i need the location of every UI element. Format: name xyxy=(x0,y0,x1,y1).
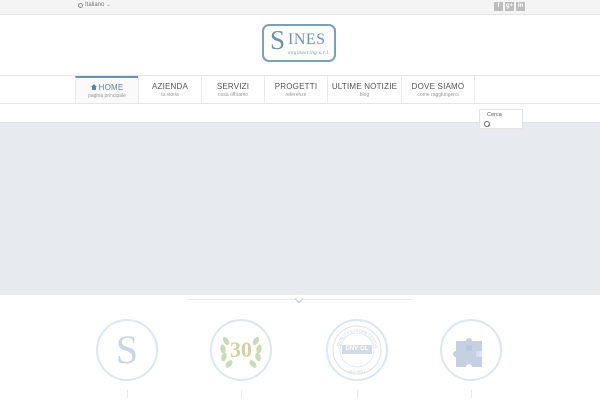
nav-item-label: AZIENDA xyxy=(151,82,189,91)
language-label: Italiano xyxy=(85,2,105,8)
logo-wordmark: INES xyxy=(288,31,326,48)
google-plus-icon[interactable]: g+ xyxy=(505,2,514,11)
search-input[interactable]: Cerca xyxy=(487,112,502,118)
search-box[interactable]: Cerca xyxy=(479,109,523,129)
feature-connector xyxy=(357,390,358,398)
nav-item-home[interactable]: HOME pagina principale xyxy=(75,76,138,103)
chevron-down-icon[interactable] xyxy=(294,294,304,304)
chevron-down-icon: ⌄ xyxy=(106,2,111,8)
nav-item-sublabel: blog xyxy=(359,92,370,98)
nav-menu: HOME pagina principale AZIENDA la storia… xyxy=(75,76,475,103)
search-icon[interactable] xyxy=(484,121,490,127)
nav-item-azienda[interactable]: AZIENDA la storia xyxy=(138,76,201,103)
feature-connector xyxy=(127,390,128,398)
nav-item-label: SERVIZI xyxy=(216,82,250,91)
top-bar: Italiano ⌄ f g+ in xyxy=(0,0,600,15)
nav-item-dove-siamo[interactable]: DOVE SIAMO come raggiungerci xyxy=(401,76,475,103)
logo-tagline: engineering s.r.l. xyxy=(288,50,331,56)
nav-item-sublabel: referenze xyxy=(285,92,307,98)
iso-label: ISO 9001 xyxy=(348,369,366,374)
language-selector[interactable]: Italiano ⌄ xyxy=(78,2,111,8)
feature-certification-circle[interactable]: QUALITY SYSTEM CERTIFICATION DNV·GL ISO … xyxy=(326,319,388,381)
logo-initial: S xyxy=(270,25,286,55)
nav-item-progetti[interactable]: PROGETTI referenze xyxy=(264,76,327,103)
nav-item-servizi[interactable]: SERVIZI cosa offriamo xyxy=(201,76,264,103)
puzzle-icon xyxy=(453,338,482,367)
hero-slider xyxy=(0,122,600,295)
anniversary-number: 30 xyxy=(230,337,252,362)
nav-item-sublabel: cosa offriamo xyxy=(218,92,248,98)
globe-icon xyxy=(78,2,83,8)
nav-item-label: HOME xyxy=(98,83,124,92)
nav-item-label: PROGETTI xyxy=(274,82,318,91)
nav-item-sublabel: come raggiungerci xyxy=(417,92,459,98)
nav-item-ultime-notizie[interactable]: ULTIME NOTIZIE blog xyxy=(327,76,401,103)
nav-item-sublabel: pagina principale xyxy=(88,93,126,99)
site-logo[interactable]: S INES engineering s.r.l. xyxy=(262,24,336,62)
feature-connector xyxy=(241,390,242,398)
dnv-badge: DNV·GL xyxy=(342,345,372,354)
feature-puzzle-circle[interactable] xyxy=(440,319,502,381)
feature-logo-circle[interactable]: S xyxy=(96,319,158,381)
social-links: f g+ in xyxy=(494,2,525,11)
facebook-icon[interactable]: f xyxy=(494,2,503,11)
feature-connector xyxy=(471,390,472,398)
main-navigation: HOME pagina principale AZIENDA la storia… xyxy=(0,75,600,104)
logo-initial-faded: S xyxy=(115,327,139,372)
nav-item-label: DOVE SIAMO xyxy=(411,82,465,91)
nav-item-label: ULTIME NOTIZIE xyxy=(331,82,398,91)
nav-item-sublabel: la storia xyxy=(161,92,179,98)
feature-anniversary-circle[interactable]: 30 xyxy=(210,319,272,381)
linkedin-icon[interactable]: in xyxy=(516,2,525,11)
home-icon xyxy=(90,84,97,90)
